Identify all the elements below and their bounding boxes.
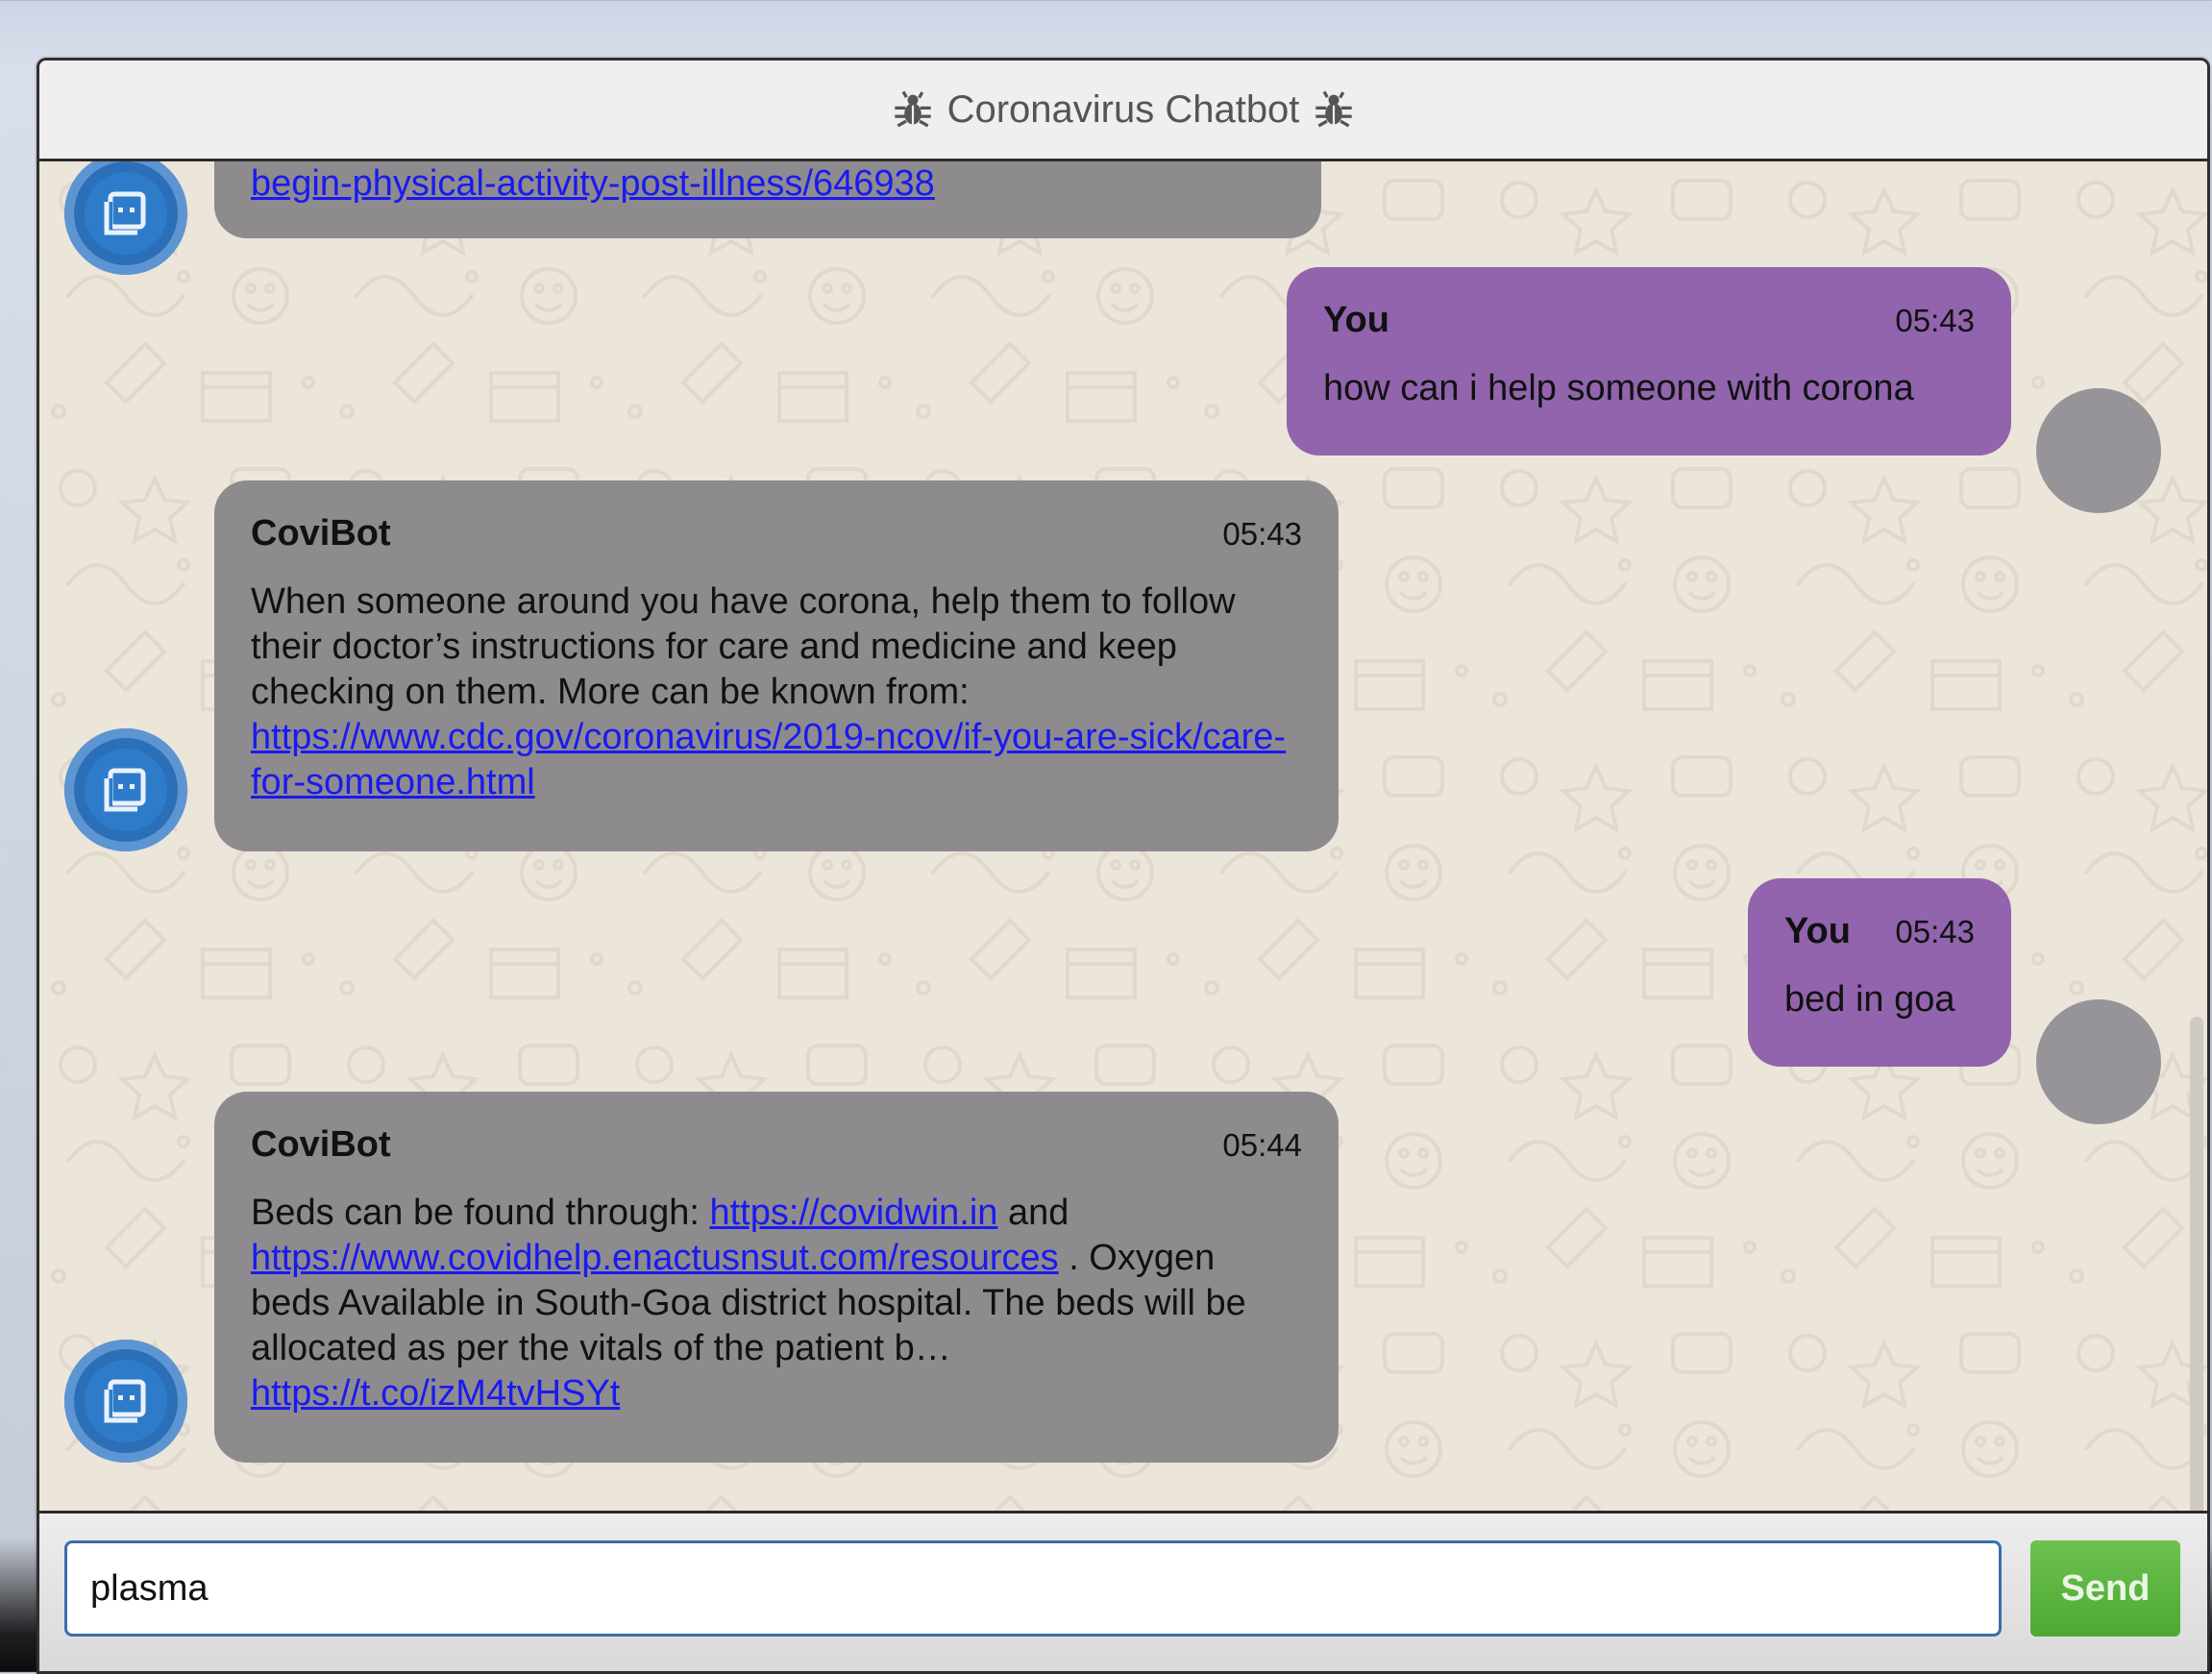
message-sender: CoviBot [251,513,391,554]
bug-icon [894,90,931,128]
user-message-bubble: You 05:43 how can i help someone with co… [1287,267,2011,455]
message-time: 05:43 [1895,303,1975,338]
bot-icon [104,1379,146,1423]
message-time: 05:44 [1222,1127,1302,1163]
user-message-bubble: You 05:43 bed in goa [1748,878,2011,1067]
message-link[interactable]: https://t.co/izM4tvHSYt [251,1373,620,1414]
message-list[interactable]: begin-physical-activity-post-illness/646… [39,161,2207,1511]
bot-icon [104,191,146,235]
message-sender: You [1323,300,1389,340]
message-input[interactable] [64,1540,2002,1637]
message-composer: Send [39,1511,2207,1671]
message-link[interactable]: https://covidwin.in [709,1193,997,1233]
bug-icon [1315,90,1353,128]
message-text: When someone around you have corona, hel… [251,579,1302,805]
message-body: Beds can be found through: [251,1193,700,1233]
bot-message-bubble: CoviBot 05:43 When someone around you ha… [214,480,1339,851]
message-link[interactable]: begin-physical-activity-post-illness/646… [251,163,935,204]
bot-icon [104,768,146,812]
bot-message-bubble: CoviBot 05:44 Beds can be found through:… [214,1092,1339,1463]
message-sender: CoviBot [251,1124,391,1165]
chat-header: Coronavirus Chatbot [39,61,2207,161]
user-avatar [2036,388,2161,513]
message-text: Beds can be found through: https://covid… [251,1191,1302,1416]
user-avatar [2036,999,2161,1124]
message-body: When someone around you have corona, hel… [251,581,1236,712]
bot-avatar [64,728,187,851]
message-text: how can i help someone with corona [1323,368,1914,408]
bot-avatar [64,1340,187,1463]
chat-title: Coronavirus Chatbot [946,87,1300,131]
message-body: and [1007,1193,1069,1233]
message-text: bed in goa [1784,979,1955,1020]
message-link[interactable]: https://www.cdc.gov/coronavirus/2019-nco… [251,717,1286,802]
chat-scrollbar[interactable] [2190,1017,2203,1511]
send-button[interactable]: Send [2030,1540,2180,1637]
message-link[interactable]: https://www.covidhelp.enactusnsut.com/re… [251,1238,1059,1278]
message-time: 05:43 [1895,914,1975,949]
message-sender: You [1784,911,1851,951]
chat-window: Coronavirus Chatbot begin-physical-activ… [37,58,2210,1674]
bot-message-bubble: begin-physical-activity-post-illness/646… [214,161,1321,238]
message-time: 05:43 [1222,516,1302,552]
